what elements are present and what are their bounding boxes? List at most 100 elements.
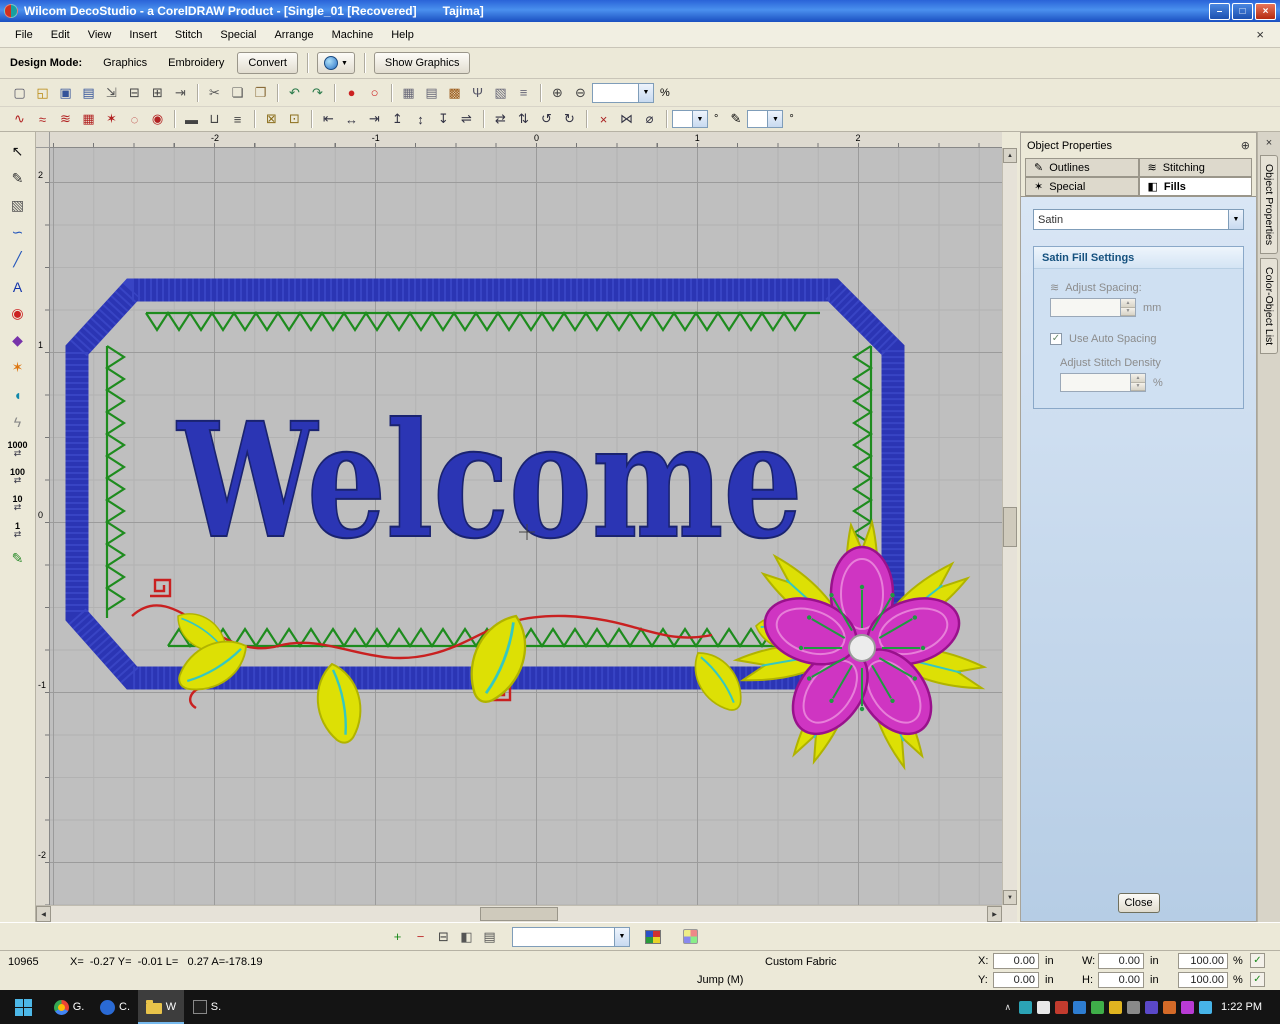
contour-fill-icon[interactable]: ◌ [123, 108, 146, 130]
fill-type-combobox[interactable]: Satin ▼ [1033, 209, 1244, 230]
chevron-down-icon[interactable]: ▼ [1228, 210, 1243, 229]
spin-up-icon[interactable]: ▲ [1121, 299, 1135, 308]
mirror-vertical-icon[interactable]: ⇅ [512, 108, 535, 130]
spacing-input[interactable]: ▲ ▼ [1050, 298, 1136, 317]
mirror-horizontal-icon[interactable]: ⇄ [489, 108, 512, 130]
tab-special[interactable]: ✶ Special [1025, 177, 1139, 196]
tray-icon[interactable] [1091, 1000, 1105, 1014]
closed-object-icon[interactable]: ● [340, 82, 363, 104]
travel-1-tool[interactable]: 1 ⇄ [4, 518, 32, 543]
align-center-icon[interactable]: ↔ [340, 108, 363, 130]
line-tool[interactable]: ╱ [5, 248, 31, 271]
fabric-combobox[interactable]: ▼ [512, 926, 630, 947]
fill-tool[interactable]: ◆ [5, 329, 31, 352]
fusion-fill-icon[interactable]: ◉ [146, 108, 169, 130]
menu-item[interactable]: Machine [323, 24, 383, 46]
knife-icon[interactable]: ⋈ [615, 108, 638, 130]
reset-icon[interactable]: ⌀ [638, 108, 661, 130]
vertical-scrollbar[interactable]: ▲ ▼ [1002, 148, 1017, 905]
cut-icon[interactable]: ✂ [203, 82, 226, 104]
menu-item[interactable]: Insert [120, 24, 166, 46]
apply-check-icon[interactable]: ✓ [1250, 953, 1265, 968]
penetration-tool[interactable]: ϟ [5, 410, 31, 433]
menu-item[interactable]: File [6, 24, 42, 46]
reshape-tool[interactable]: ✎ [5, 167, 31, 190]
zoom-in-icon[interactable]: ⊕ [546, 82, 569, 104]
export-machine-icon[interactable]: ⇥ [169, 82, 192, 104]
curve-tool[interactable]: ∽ [5, 221, 31, 244]
align-middle-icon[interactable]: ↕ [409, 108, 432, 130]
scroll-left-button[interactable]: ◀ [36, 906, 51, 922]
welcome-text[interactable]: Welcome [175, 388, 804, 575]
digitize-run-tool[interactable]: ✎ [5, 547, 31, 570]
menu-item[interactable]: Help [382, 24, 423, 46]
panel-tab-color-object-list[interactable]: Color-Object List [1260, 258, 1278, 355]
overlap-icon[interactable]: ▧ [489, 82, 512, 104]
unlock-icon[interactable]: ⊡ [283, 108, 306, 130]
triple-run-icon[interactable]: ≈ [31, 108, 54, 130]
dockbar-close-button[interactable]: × [1266, 137, 1272, 149]
tray-expand-icon[interactable]: ∧ [1004, 1002, 1011, 1013]
space-evenly-icon[interactable]: ⇌ [455, 108, 478, 130]
open-object-icon[interactable]: ○ [363, 82, 386, 104]
tray-icon[interactable] [1073, 1000, 1087, 1014]
copy-icon[interactable]: ❏ [226, 82, 249, 104]
tray-icon[interactable] [1019, 1000, 1033, 1014]
spin-down-icon[interactable]: ▼ [1121, 307, 1135, 316]
vertical-scroll-thumb[interactable] [1003, 507, 1017, 547]
tab-outlines[interactable]: ✎ Outlines [1025, 158, 1139, 177]
close-button[interactable]: × [1255, 2, 1276, 20]
pen-icon[interactable]: ✎ [724, 108, 747, 130]
select-tool[interactable]: ↖ [5, 140, 31, 163]
tatami-fill-icon[interactable]: ▦ [77, 108, 100, 130]
zoom-factor-combobox[interactable]: ▼ [592, 82, 654, 103]
align-right-icon[interactable]: ⇥ [363, 108, 386, 130]
new-design-icon[interactable]: ▢ [8, 82, 31, 104]
redo-icon[interactable]: ↷ [306, 82, 329, 104]
travel-100-tool[interactable]: 100 ⇄ [4, 464, 32, 489]
menu-item[interactable]: View [79, 24, 121, 46]
spin-up-icon[interactable]: ▲ [1131, 374, 1145, 383]
insert-design-icon[interactable]: ⇲ [100, 82, 123, 104]
tab-fills[interactable]: ◧ Fills [1138, 177, 1252, 196]
taskbar-app-s[interactable]: S. [184, 990, 230, 1024]
travel-1000-tool[interactable]: 1000 ⇄ [4, 437, 32, 462]
remove-color-button[interactable]: − [409, 926, 432, 948]
menu-item[interactable]: Special [211, 24, 265, 46]
add-color-button[interactable]: + [386, 926, 409, 948]
motif-fill-icon[interactable]: ✶ [100, 108, 123, 130]
align-top-icon[interactable]: ↥ [386, 108, 409, 130]
backstitch-icon[interactable]: ≡ [226, 108, 249, 130]
open-design-icon[interactable]: ◱ [31, 82, 54, 104]
save-as-icon[interactable]: ▤ [77, 82, 100, 104]
chevron-down-icon[interactable]: ▼ [638, 83, 653, 102]
tray-icon[interactable] [1145, 1000, 1159, 1014]
tab-stitching[interactable]: ≋ Stitching [1138, 158, 1252, 177]
maximize-button[interactable]: □ [1232, 2, 1253, 20]
menu-item[interactable]: Stitch [166, 24, 212, 46]
travel-10-tool[interactable]: 10 ⇄ [4, 491, 32, 516]
tray-icon[interactable] [1055, 1000, 1069, 1014]
embroidery-mode-button[interactable]: Embroidery [160, 52, 232, 74]
close-panel-button[interactable]: Close [1117, 893, 1160, 913]
rotate-cw-icon[interactable]: ↻ [558, 108, 581, 130]
spin-down-icon[interactable]: ▼ [1131, 382, 1145, 391]
apply-check-icon[interactable]: ✓ [1250, 972, 1265, 987]
scroll-up-button[interactable]: ▲ [1003, 148, 1017, 163]
tray-icon[interactable] [1127, 1000, 1141, 1014]
sequence-icon[interactable]: ≡ [512, 82, 535, 104]
paste-icon[interactable]: ❐ [249, 82, 272, 104]
tray-icon[interactable] [1109, 1000, 1123, 1014]
rotate-ccw-icon[interactable]: ↺ [535, 108, 558, 130]
background-button[interactable]: ◧ [455, 926, 478, 948]
convert-button[interactable]: Convert [237, 52, 298, 74]
satin-stitch-icon[interactable]: ≋ [54, 108, 77, 130]
color-mixer-button[interactable] [679, 926, 702, 948]
minimize-button[interactable]: – [1209, 2, 1230, 20]
show-grid-icon[interactable]: ▦ [397, 82, 420, 104]
color-film-icon[interactable]: ▩ [443, 82, 466, 104]
graphics-mode-button[interactable]: Graphics [95, 52, 155, 74]
show-graphics-button[interactable]: Show Graphics [373, 52, 471, 74]
rotate-angle-input[interactable]: ▼ [672, 110, 708, 128]
horizontal-scrollbar[interactable]: ◀ ▶ [36, 905, 1002, 922]
